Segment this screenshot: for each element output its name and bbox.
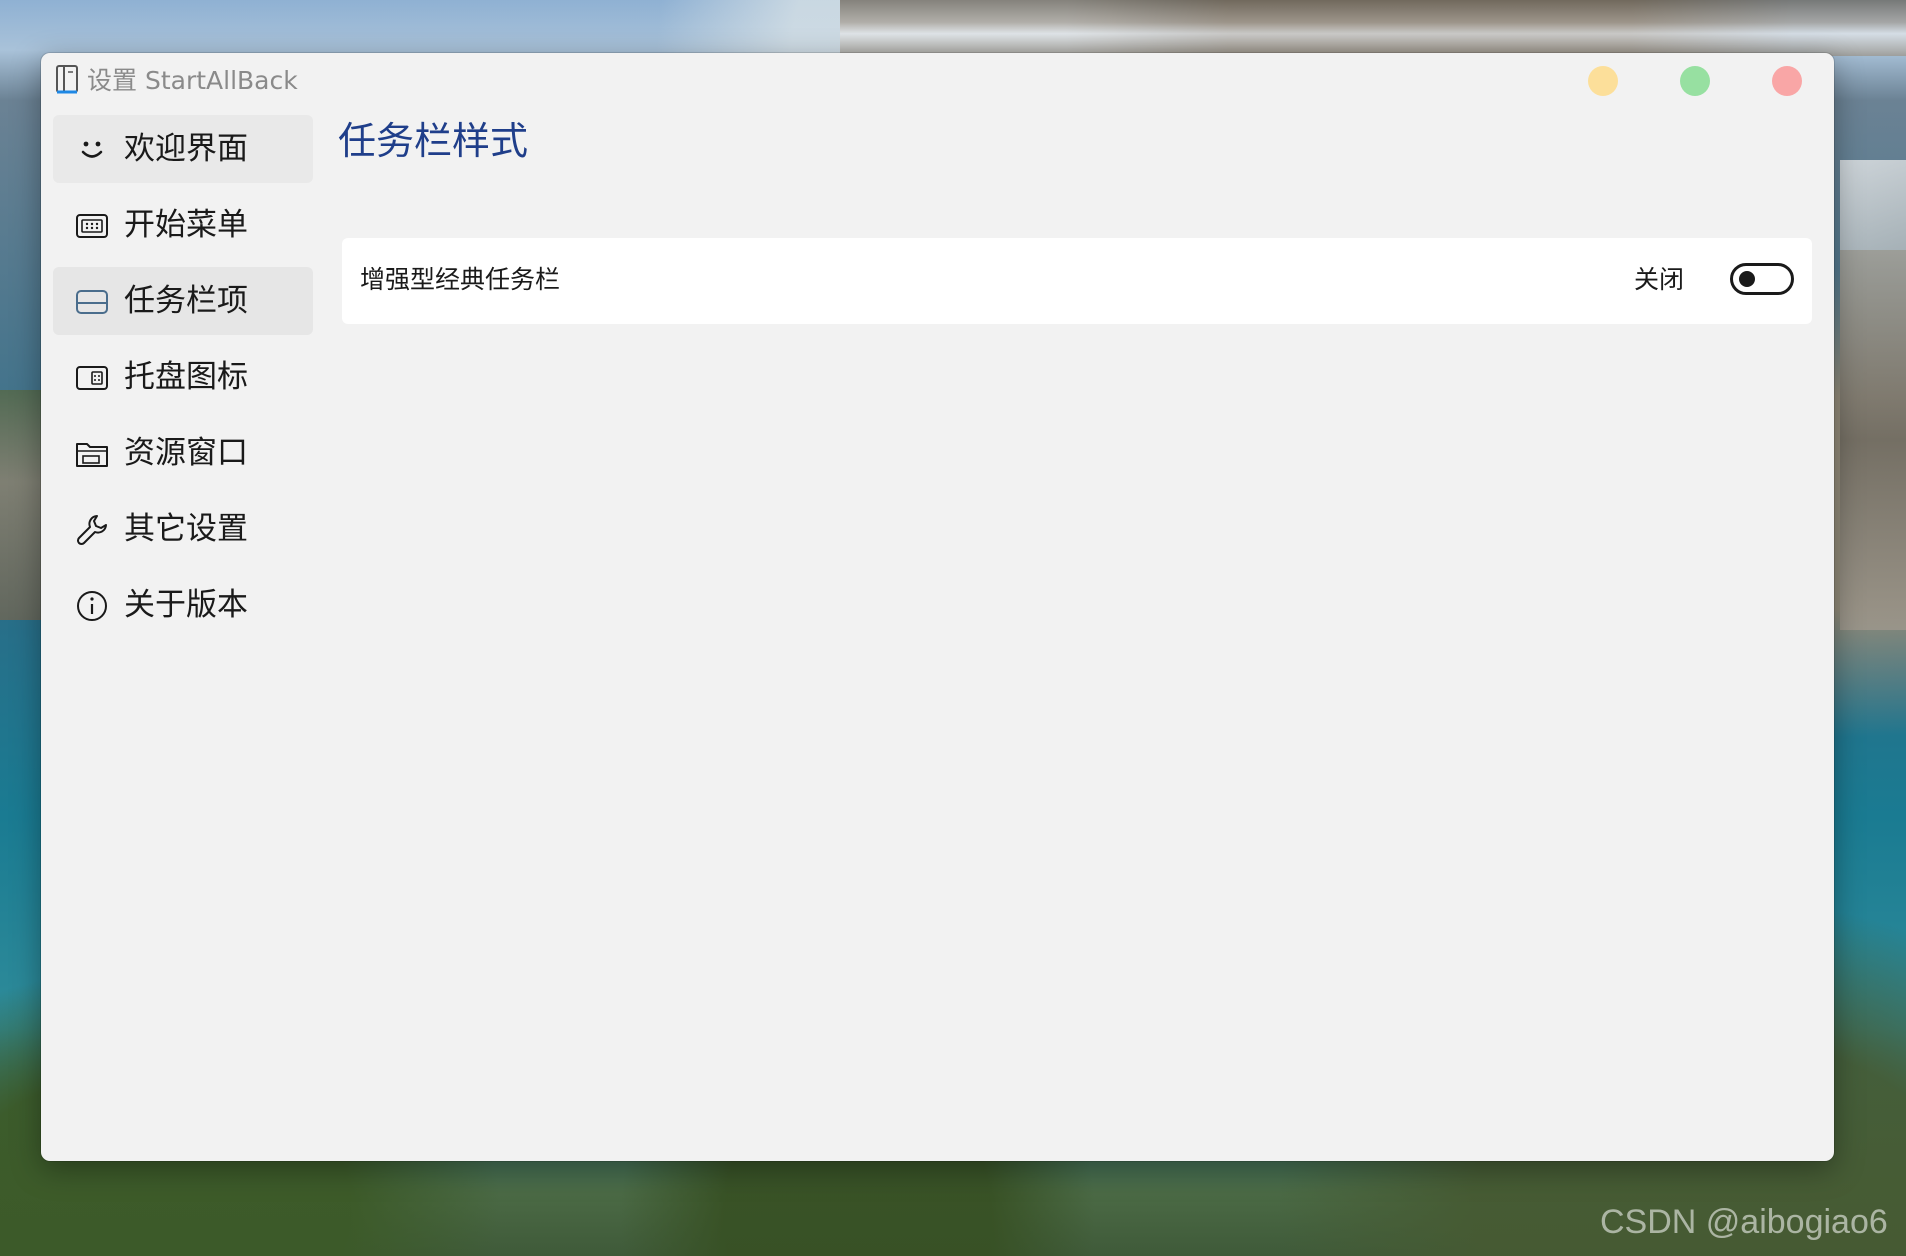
sidebar-item-taskbar[interactable]: 任务栏项 [53,267,313,335]
wallpaper-snow [1840,160,1906,250]
sidebar-item-label: 其它设置 [124,511,248,547]
window-title: 设置 StartAllBack [87,66,298,95]
tray-icon [76,366,108,390]
sidebar-item-tray[interactable]: 托盘图标 [53,343,313,411]
wallpaper-rock-left [0,390,42,620]
enhanced-classic-taskbar-toggle[interactable] [1730,263,1794,295]
book-icon [56,65,78,94]
folder-icon [76,443,108,467]
sidebar-item-welcome[interactable]: 欢迎界面 [53,115,313,183]
sidebar-item-other-settings[interactable]: 其它设置 [53,495,313,563]
toggle-state-text: 关闭 [1633,265,1684,294]
taskbar-icon [76,290,108,314]
sidebar-item-label: 托盘图标 [124,359,248,395]
sidebar-item-about[interactable]: 关于版本 [53,571,313,639]
sidebar: 欢迎界面 开始菜单 任务栏项 托盘图标 资源窗口 其它设置 关于版本 [53,115,313,647]
wallpaper-mountain [840,0,1906,56]
smiley-icon [81,141,103,158]
csdn-watermark: CSDN @aibogiao6 [1600,1203,1888,1241]
toggle-knob [1739,271,1755,287]
sidebar-item-label: 资源窗口 [124,435,248,471]
start-menu-icon [76,214,108,238]
info-icon [77,591,107,621]
minimize-button[interactable] [1588,66,1618,96]
page-title: 任务栏样式 [338,119,529,163]
wallpaper-rock-right [1840,250,1906,630]
main-content: 任务栏样式 增强型经典任务栏 关闭 [338,115,1813,324]
sidebar-item-label: 欢迎界面 [124,131,248,167]
close-button[interactable] [1772,66,1802,96]
sidebar-item-start-menu[interactable]: 开始菜单 [53,191,313,259]
title-bar[interactable]: 设置 StartAllBack [41,53,1834,109]
sidebar-item-label: 关于版本 [124,587,248,623]
sidebar-item-explorer[interactable]: 资源窗口 [53,419,313,487]
settings-window: 设置 StartAllBack 欢迎界面 开始菜单 任务栏项 托盘图标 资源窗口… [41,53,1834,1161]
wrench-icon [76,515,107,546]
setting-card-enhanced-classic-taskbar: 增强型经典任务栏 关闭 [342,238,1812,324]
sidebar-item-label: 开始菜单 [124,207,248,243]
sidebar-item-label: 任务栏项 [124,283,248,319]
maximize-button[interactable] [1680,66,1710,96]
setting-label: 增强型经典任务栏 [360,265,561,294]
